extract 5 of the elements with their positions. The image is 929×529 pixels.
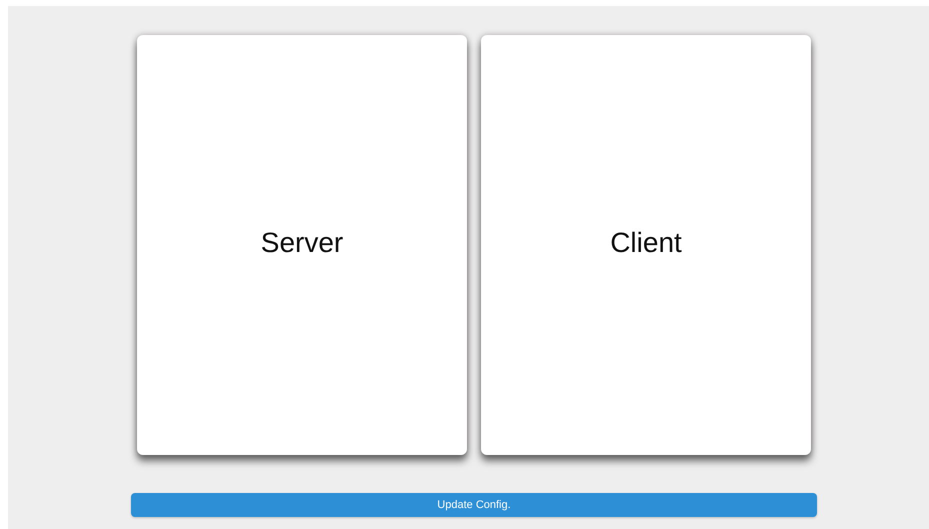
card[interactable]: Server (137, 35, 467, 455)
update-config-button[interactable]: Update Config. (131, 493, 817, 517)
card-title: Client (610, 227, 682, 259)
card[interactable]: Client (481, 35, 811, 455)
card-title: Server (260, 227, 344, 259)
